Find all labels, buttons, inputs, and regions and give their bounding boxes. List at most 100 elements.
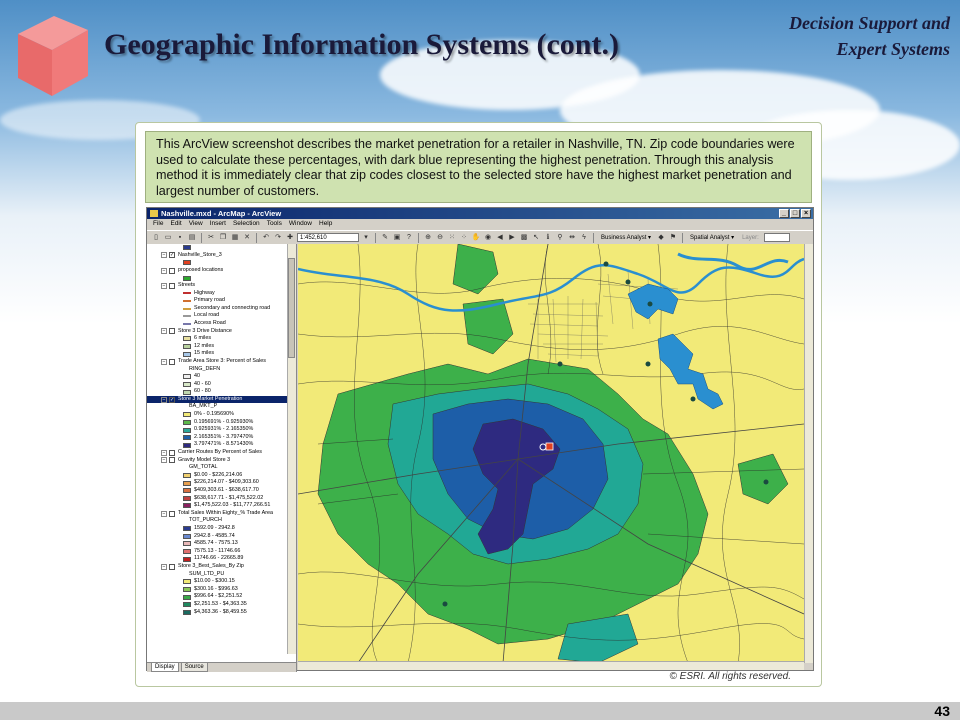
undo-icon[interactable]: ↶ — [261, 233, 271, 242]
toc-legend-item[interactable]: 0% - 0.195690% — [147, 411, 287, 419]
layer-dropdown[interactable] — [763, 233, 790, 242]
toc-legend-item[interactable]: 7575.13 - 11746.66 — [147, 548, 287, 556]
toc-legend-item[interactable]: $226,214.07 - $409,303.60 — [147, 479, 287, 487]
business-analyst-menu[interactable]: Business Analyst ▾ — [598, 234, 654, 241]
toc-legend-item[interactable]: 2.165351% - 3.797470% — [147, 434, 287, 442]
toc-legend-item[interactable]: $1,475,522.03 - $11,777,266.51 — [147, 502, 287, 510]
store-marker[interactable] — [442, 601, 448, 607]
toc-legend-item[interactable]: $409,303.61 - $638,617.70 — [147, 487, 287, 495]
toc-legend-item[interactable] — [147, 259, 287, 267]
expand-icon[interactable]: − — [161, 252, 167, 259]
toc-scrollbar[interactable] — [287, 244, 296, 654]
toc-legend-item[interactable]: 60 - 80 — [147, 388, 287, 396]
toc-legend-item[interactable]: 11746.66 - 22665.89 — [147, 555, 287, 563]
print-icon[interactable]: ▤ — [187, 233, 197, 242]
fixed-zoom-out-icon[interactable]: ⁘ — [459, 233, 469, 242]
store-marker[interactable] — [647, 301, 653, 307]
toc-legend-item[interactable]: Highway — [147, 290, 287, 298]
toc-legend-item[interactable]: $300.16 - $996.63 — [147, 586, 287, 594]
menu-edit[interactable]: Edit — [170, 219, 181, 229]
market-penetration-map[interactable] — [298, 244, 804, 663]
menu-view[interactable]: View — [189, 219, 203, 229]
toc-layer[interactable]: − Store 3_Best_Sales_By Zip — [147, 563, 287, 571]
toc-legend-item[interactable]: 6 miles — [147, 335, 287, 343]
layer-checkbox[interactable] — [169, 282, 175, 289]
maximize-icon[interactable]: □ — [790, 209, 800, 218]
toc-layer[interactable]: − ✓ Nashville_Store_3 — [147, 252, 287, 260]
help-icon[interactable]: ? — [404, 233, 414, 242]
expand-icon[interactable]: − — [161, 267, 167, 274]
selected-store-marker[interactable] — [545, 442, 554, 451]
toc-legend-item[interactable]: 0.925931% - 2.165350% — [147, 426, 287, 434]
layer-checkbox[interactable] — [169, 267, 175, 274]
toc-legend-item[interactable] — [147, 274, 287, 282]
catalog-icon[interactable]: ▣ — [392, 233, 402, 242]
layer-checkbox[interactable] — [169, 358, 175, 365]
ba-tool-icon[interactable]: ◆ — [656, 233, 666, 242]
forward-icon[interactable]: ▶ — [507, 233, 517, 242]
fixed-zoom-in-icon[interactable]: ⁙ — [447, 233, 457, 242]
tab-source[interactable]: Source — [180, 663, 208, 672]
measure-icon[interactable]: ⇹ — [567, 233, 577, 242]
new-icon[interactable]: ▯ — [151, 233, 161, 242]
toc-legend-item[interactable]: Access Road — [147, 320, 287, 328]
toc-layer[interactable]: − proposed locations — [147, 267, 287, 275]
open-icon[interactable]: ▭ — [163, 233, 173, 242]
toc-legend-item[interactable]: 4585.74 - 7575.13 — [147, 540, 287, 548]
store-marker[interactable] — [645, 361, 651, 367]
expand-icon[interactable]: − — [161, 282, 167, 289]
toc-layer[interactable]: − Store 3 Drive Distance — [147, 328, 287, 336]
store-marker[interactable] — [690, 396, 696, 402]
toc-legend-item[interactable]: Primary road — [147, 297, 287, 305]
paste-icon[interactable]: ▦ — [230, 233, 240, 242]
map-horizontal-scrollbar[interactable] — [298, 661, 804, 670]
toc-legend-item[interactable]: $4,363.36 - $8,459.55 — [147, 609, 287, 617]
menu-help[interactable]: Help — [319, 219, 332, 229]
toc-legend-item[interactable]: $996.64 - $2,251.52 — [147, 593, 287, 601]
toc-layer[interactable]: − Trade Area Store 3: Percent of Sales — [147, 358, 287, 366]
save-icon[interactable]: ▪ — [175, 233, 185, 242]
toc-legend-item[interactable]: 40 — [147, 373, 287, 381]
map-vertical-scrollbar[interactable] — [804, 244, 813, 663]
store-marker[interactable] — [603, 261, 609, 267]
layer-checkbox[interactable]: ✓ — [169, 252, 175, 259]
zoom-out-icon[interactable]: ⊖ — [435, 233, 445, 242]
toc-legend-item[interactable]: $0.00 - $226,214.06 — [147, 472, 287, 480]
toc-legend-item[interactable]: 15 miles — [147, 350, 287, 358]
expand-icon[interactable]: − — [161, 328, 167, 335]
toc-layer[interactable]: − Carrier Routes By Percent of Sales — [147, 449, 287, 457]
toc-legend-item[interactable]: 2942.8 - 4585.74 — [147, 533, 287, 541]
identify-icon[interactable]: ℹ — [543, 233, 553, 242]
hyperlink-icon[interactable]: ϟ — [579, 233, 589, 242]
store-marker[interactable] — [763, 479, 769, 485]
expand-icon[interactable]: − — [161, 396, 167, 403]
layer-checkbox[interactable]: ✓ — [169, 396, 175, 403]
expand-icon[interactable]: − — [161, 457, 167, 464]
find-icon[interactable]: ⚲ — [555, 233, 565, 242]
chevron-down-icon[interactable]: ▾ — [361, 233, 371, 242]
toc-layer[interactable]: − Total Sales Within Eighty_% Trade Area — [147, 510, 287, 518]
layer-checkbox[interactable] — [169, 457, 175, 464]
toc-legend-item[interactable]: 12 miles — [147, 343, 287, 351]
pan-icon[interactable]: ✋ — [471, 233, 481, 242]
editor-icon[interactable]: ✎ — [380, 233, 390, 242]
toc-legend-item[interactable]: 1592.09 - 2942.8 — [147, 525, 287, 533]
back-icon[interactable]: ◀ — [495, 233, 505, 242]
cut-icon[interactable]: ✂ — [206, 233, 216, 242]
toc-legend-item[interactable]: Local road — [147, 312, 287, 320]
toc-legend-item[interactable]: $10.00 - $300.15 — [147, 578, 287, 586]
toc-legend-item[interactable]: 3.797471% - 8.571430% — [147, 441, 287, 449]
zoom-in-icon[interactable]: ⊕ — [423, 233, 433, 242]
menu-window[interactable]: Window — [289, 219, 312, 229]
redo-icon[interactable]: ↷ — [273, 233, 283, 242]
map-scale-input[interactable]: 1:452,610 — [297, 233, 359, 242]
store-marker[interactable] — [539, 443, 547, 451]
tab-display[interactable]: Display — [151, 663, 179, 672]
expand-icon[interactable]: − — [161, 510, 167, 517]
menu-insert[interactable]: Insert — [210, 219, 226, 229]
expand-icon[interactable]: − — [161, 358, 167, 365]
store-marker[interactable] — [625, 279, 631, 285]
minimize-icon[interactable]: _ — [779, 209, 789, 218]
toc-legend-item[interactable]: 40 - 60 — [147, 381, 287, 389]
toc-layer[interactable]: − Streets — [147, 282, 287, 290]
